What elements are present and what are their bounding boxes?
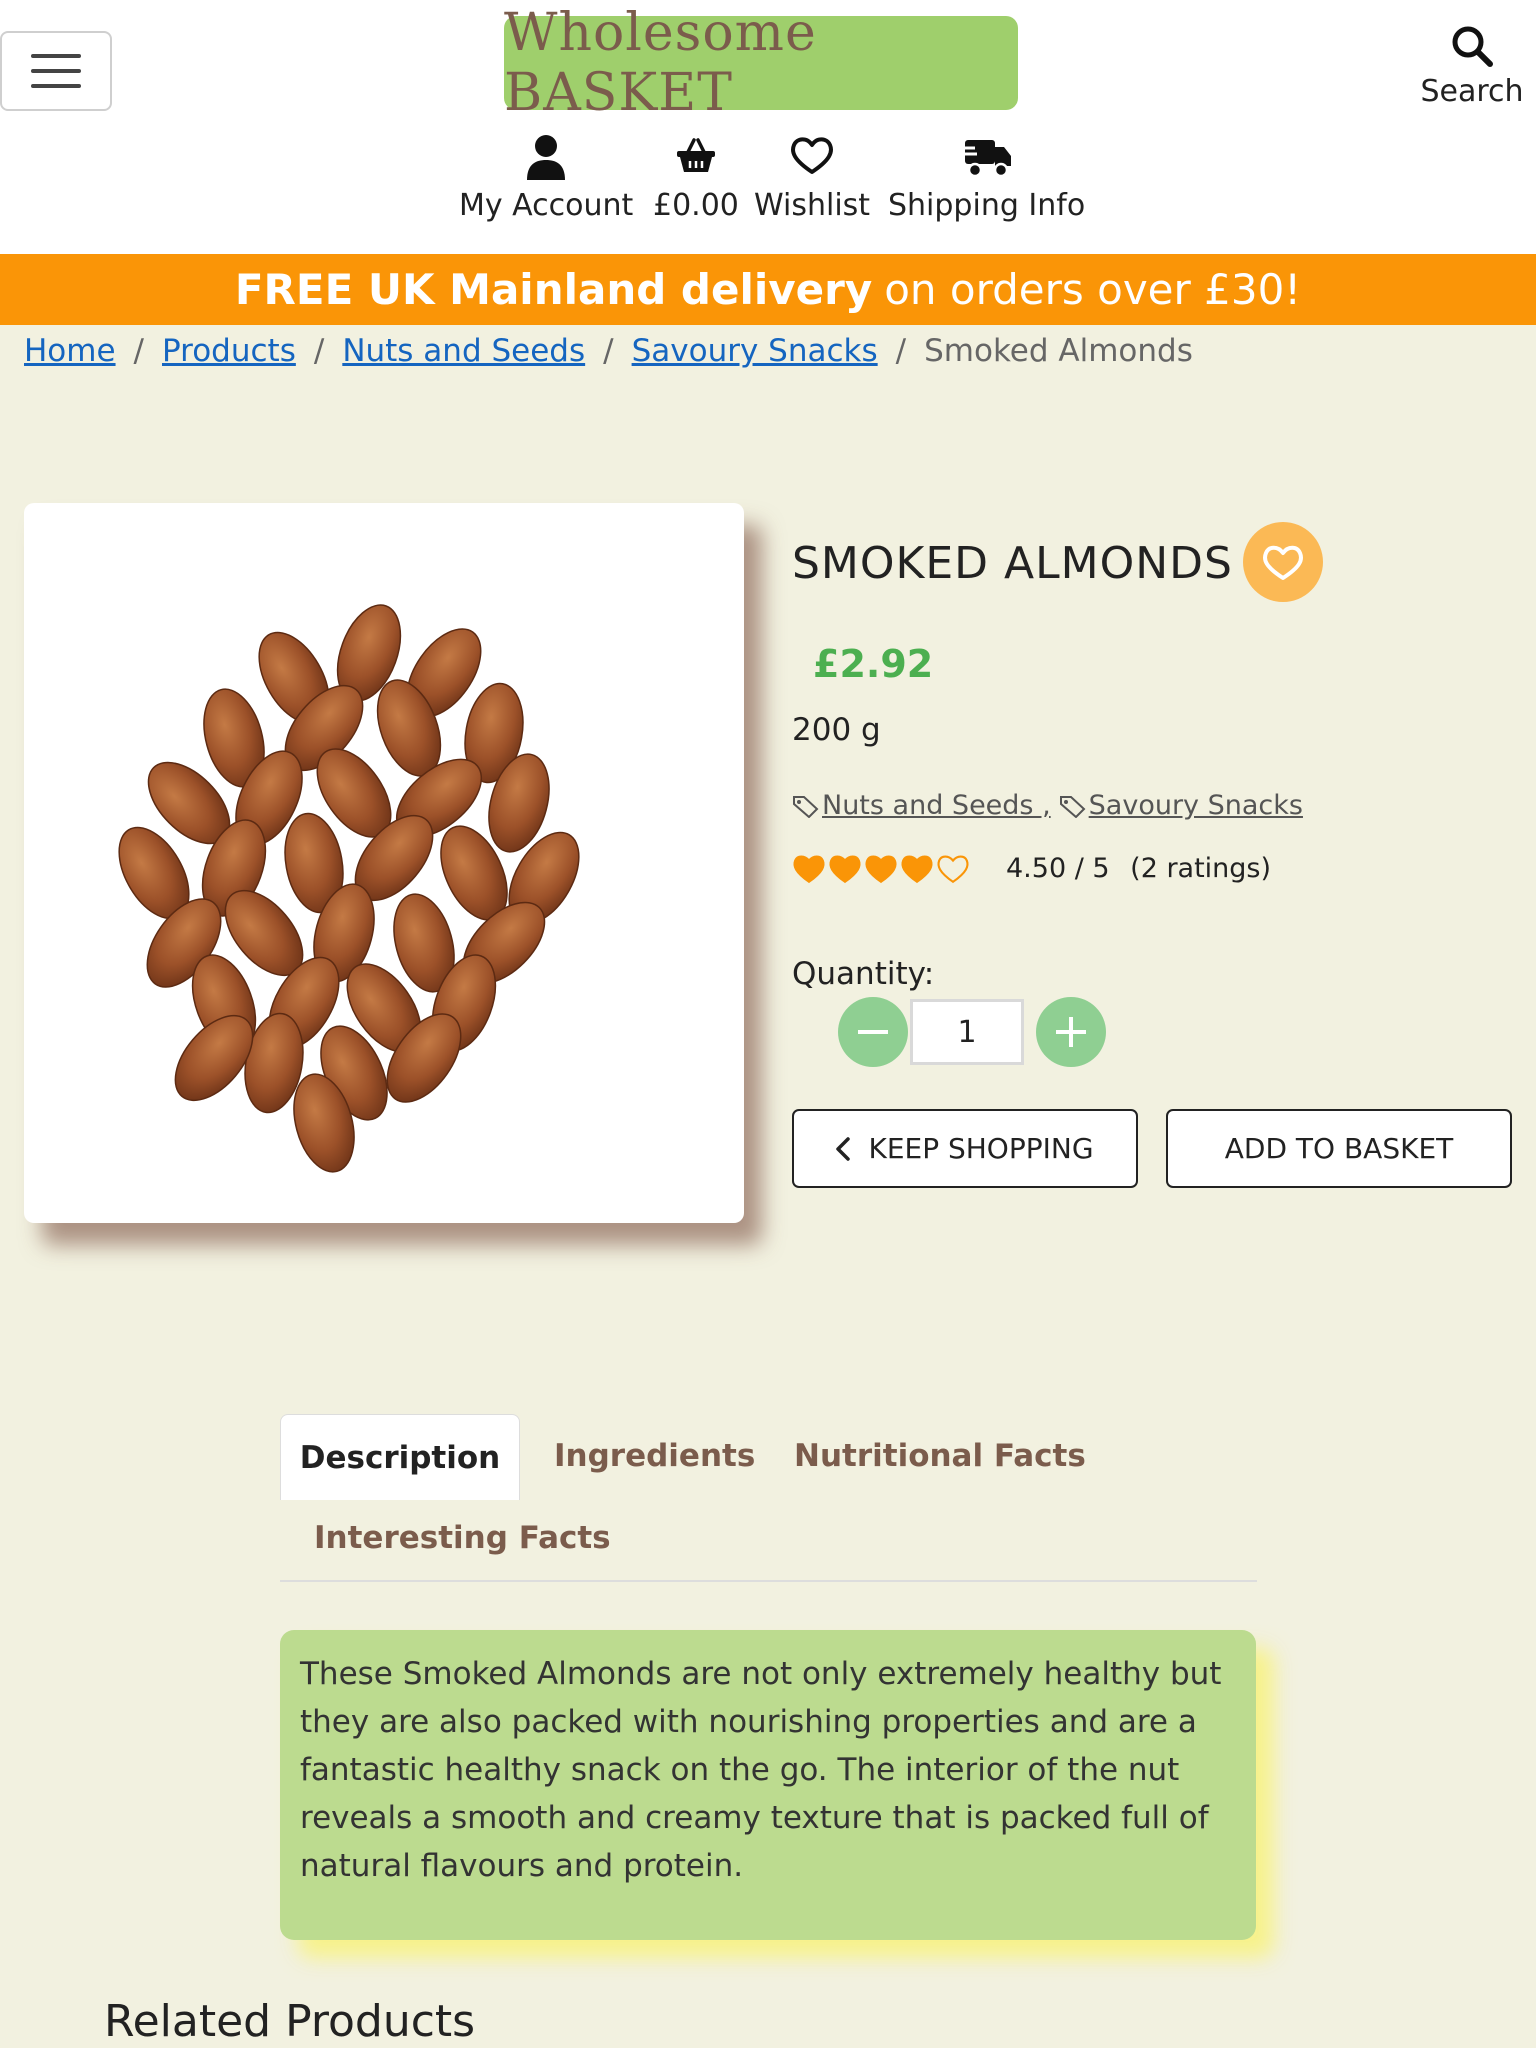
- rating-score: 4.50 / 5: [1006, 852, 1110, 884]
- quantity-decrease-button[interactable]: [838, 997, 908, 1067]
- product-title: SMOKED ALMONDS: [792, 538, 1233, 589]
- hamburger-menu-button[interactable]: [0, 31, 112, 111]
- rating-heart-filled-icon: [865, 855, 897, 884]
- rating-count: (2 ratings): [1130, 852, 1272, 884]
- quantity-label: Quantity:: [792, 956, 935, 992]
- nav-my-account[interactable]: My Account: [459, 134, 633, 223]
- tab-description[interactable]: Description: [280, 1414, 520, 1500]
- add-to-wishlist-button[interactable]: [1243, 522, 1323, 602]
- description-panel: These Smoked Almonds are not only extrem…: [280, 1630, 1256, 1940]
- breadcrumb-link-products[interactable]: Products: [162, 333, 296, 369]
- heart-icon: [791, 137, 833, 174]
- menu-bar-icon: [31, 69, 81, 73]
- tab-nutritional-facts[interactable]: Nutritional Facts: [794, 1438, 1086, 1474]
- menu-bar-icon: [31, 84, 81, 88]
- tag-label: Savoury Snacks: [1088, 790, 1303, 821]
- nav-label-wishlist: Wishlist: [754, 188, 871, 223]
- add-to-basket-button[interactable]: ADD TO BASKET: [1166, 1109, 1512, 1188]
- heart-outline-icon: [1263, 545, 1303, 580]
- breadcrumb-separator: /: [895, 333, 907, 369]
- rating-text: 4.50 / 5 (2 ratings): [1006, 853, 1283, 884]
- user-icon: [527, 135, 566, 180]
- product-tags: Nuts and Seeds , Savoury Snacks: [792, 790, 1303, 821]
- rating-heart-filled-icon: [901, 855, 933, 884]
- promo-banner: FREE UK Mainland delivery on orders over…: [0, 254, 1536, 325]
- tag-link-savoury-snacks[interactable]: Savoury Snacks: [1059, 790, 1303, 821]
- product-price: £2.92: [813, 642, 934, 686]
- breadcrumb-separator: /: [313, 333, 325, 369]
- breadcrumb-link-nuts-and-seeds[interactable]: Nuts and Seeds: [342, 333, 585, 369]
- chevron-left-icon: [836, 1136, 851, 1161]
- product-rating: 4.50 / 5 (2 ratings): [792, 852, 1283, 884]
- tag-icon: [793, 795, 819, 818]
- plus-icon: [1056, 1017, 1086, 1047]
- product-tabs: Description Ingredients Nutritional Fact…: [280, 1414, 1257, 1582]
- rating-heart-filled-icon: [829, 855, 861, 884]
- basket-icon: [676, 138, 715, 172]
- breadcrumb: Home / Products / Nuts and Seeds / Savou…: [24, 333, 1193, 369]
- nav-label-basket: £0.00: [653, 188, 739, 223]
- breadcrumb-current: Smoked Almonds: [924, 333, 1193, 369]
- site-header: Wholesome BASKET Search My Account £0.00…: [0, 0, 1536, 254]
- breadcrumb-separator: /: [603, 333, 614, 369]
- keep-shopping-button[interactable]: KEEP SHOPPING: [792, 1109, 1138, 1188]
- product-weight: 200 g: [792, 712, 881, 748]
- rating-heart-filled-icon: [793, 855, 825, 884]
- related-products-heading: Related Products: [104, 1996, 476, 2047]
- breadcrumb-link-home[interactable]: Home: [24, 333, 116, 369]
- promo-bold-text: FREE UK Mainland delivery: [234, 265, 873, 314]
- search-label: Search: [1420, 74, 1524, 109]
- tag-icon: [1059, 795, 1086, 818]
- breadcrumb-separator: /: [133, 333, 144, 369]
- tag-link-nuts-and-seeds[interactable]: Nuts and Seeds ,: [792, 790, 1051, 821]
- menu-bar-icon: [31, 54, 81, 58]
- nav-label-account: My Account: [459, 188, 634, 223]
- promo-rest-text: on orders over £30!: [884, 265, 1302, 314]
- keep-shopping-label: KEEP SHOPPING: [868, 1132, 1094, 1165]
- almonds-photo: [118, 604, 580, 1173]
- nav-basket[interactable]: £0.00: [653, 134, 739, 223]
- quantity-input[interactable]: [910, 999, 1024, 1065]
- rating-heart-empty-icon: [937, 855, 969, 884]
- site-logo[interactable]: Wholesome BASKET: [504, 3, 1018, 123]
- tag-label: Nuts and Seeds ,: [822, 790, 1051, 821]
- product-image: [24, 503, 744, 1223]
- rating-stars: [792, 852, 970, 884]
- add-to-basket-label: ADD TO BASKET: [1224, 1132, 1454, 1165]
- search-icon: [1452, 26, 1493, 67]
- nav-wishlist[interactable]: Wishlist: [754, 134, 870, 223]
- search-button[interactable]: Search: [1420, 24, 1524, 109]
- quantity-increase-button[interactable]: [1036, 997, 1106, 1067]
- breadcrumb-link-savoury-snacks[interactable]: Savoury Snacks: [632, 333, 878, 369]
- minus-icon: [858, 1030, 888, 1034]
- tab-ingredients[interactable]: Ingredients: [554, 1438, 755, 1474]
- tab-interesting-facts[interactable]: Interesting Facts: [314, 1520, 611, 1556]
- nav-shipping-info[interactable]: Shipping Info: [888, 134, 1085, 223]
- nav-label-shipping: Shipping Info: [888, 188, 1086, 223]
- shipping-truck-icon: [960, 140, 1011, 178]
